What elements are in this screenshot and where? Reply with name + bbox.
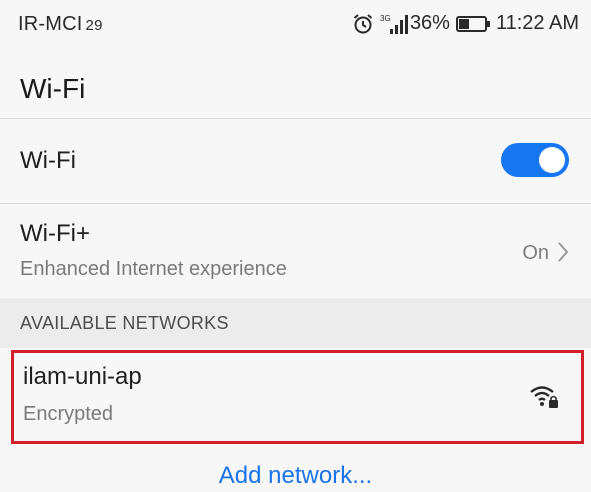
carrier-suffix: 29 xyxy=(85,17,103,34)
wifi-plus-value: On xyxy=(522,242,549,264)
network-security: Encrypted xyxy=(23,403,114,425)
network-name: ilam-uni-ap xyxy=(23,363,142,390)
clock: 11:22 AM xyxy=(495,12,579,34)
add-network-link[interactable]: Add network... xyxy=(0,462,591,490)
title-bar: Wi-Fi xyxy=(0,46,591,118)
alarm-icon xyxy=(352,13,374,35)
battery-icon xyxy=(455,15,490,33)
battery-percent: 36% xyxy=(409,12,450,34)
carrier-label: IR-MCI xyxy=(18,13,83,35)
wifi-plus-row[interactable]: Wi-Fi+ Enhanced Internet experience On xyxy=(0,204,591,296)
toggle-knob xyxy=(539,147,565,173)
available-networks-header: AVAILABLE NETWORKS xyxy=(0,298,591,348)
wifi-toggle-row[interactable]: Wi-Fi xyxy=(0,119,591,203)
wifi-row-label: Wi-Fi xyxy=(20,147,76,174)
wifi-plus-subtitle: Enhanced Internet experience xyxy=(20,258,287,280)
chevron-right-icon xyxy=(557,241,569,268)
wifi-plus-label: Wi-Fi+ xyxy=(20,220,90,247)
network-item[interactable]: ilam-uni-ap Encrypted xyxy=(11,350,584,444)
carrier-name: IR-MCI 29 xyxy=(18,13,103,36)
status-bar: IR-MCI 29 3G 36% 11:22 AM xyxy=(0,0,591,46)
page-title: Wi-Fi xyxy=(20,73,86,104)
wifi-toggle-switch[interactable] xyxy=(501,143,569,177)
status-icons: 3G 36% 11:22 AM xyxy=(352,12,579,35)
signal-icon: 3G xyxy=(380,13,410,35)
wifi-lock-icon xyxy=(529,383,559,414)
network-type-label: 3G xyxy=(380,14,391,23)
section-title: AVAILABLE NETWORKS xyxy=(20,313,229,333)
